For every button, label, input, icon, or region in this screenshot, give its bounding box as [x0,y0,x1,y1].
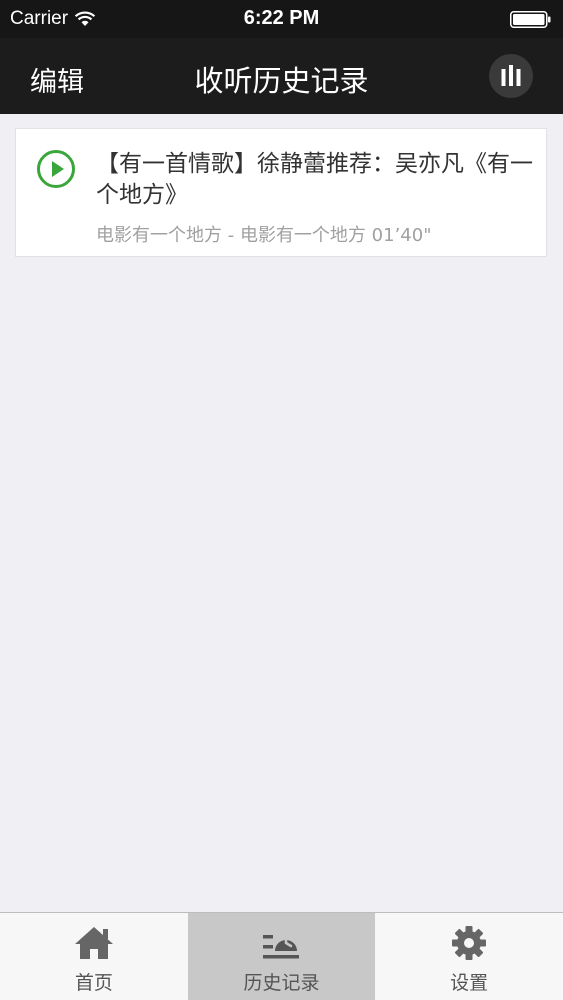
tab-home-label: 首页 [74,972,113,994]
tab-history[interactable]: 历史记录 [187,913,376,1000]
history-item-subtitle: 电影有一个地方 - 电影有一个地方 01’40" [96,225,432,246]
tab-history-label: 历史记录 [243,972,320,994]
play-circle-icon[interactable] [36,149,76,189]
tab-bar: 首页 历史记录 设置 [0,912,563,1000]
carrier-indicator: Carrier [10,8,96,30]
now-playing-button[interactable] [489,54,533,98]
edit-button[interactable]: 编辑 [30,60,84,99]
gear-icon [452,926,487,960]
app-screen: Carrier 6:22 PM 编辑 收听历史记录 【有一首情歌】徐静蕾推荐：吴… [0,0,563,1000]
history-list-item[interactable]: 【有一首情歌】徐静蕾推荐：吴亦凡《有一个地方》 电影有一个地方 - 电影有一个地… [15,128,547,257]
history-item-title: 【有一首情歌】徐静蕾推荐：吴亦凡《有一个地方》 [96,151,533,208]
wifi-icon [74,11,96,26]
tab-settings[interactable]: 设置 [375,913,563,1000]
carrier-label: Carrier [10,8,69,29]
page-title: 收听历史记录 [194,64,369,98]
tab-settings-label: 设置 [450,972,489,994]
home-icon [74,927,113,959]
status-bar: Carrier 6:22 PM [0,0,563,38]
equalizer-icon [501,65,521,86]
tab-home[interactable]: 首页 [0,913,188,1000]
history-icon [263,933,300,959]
navigation-bar: 编辑 收听历史记录 [0,38,563,114]
battery-icon [510,11,551,28]
